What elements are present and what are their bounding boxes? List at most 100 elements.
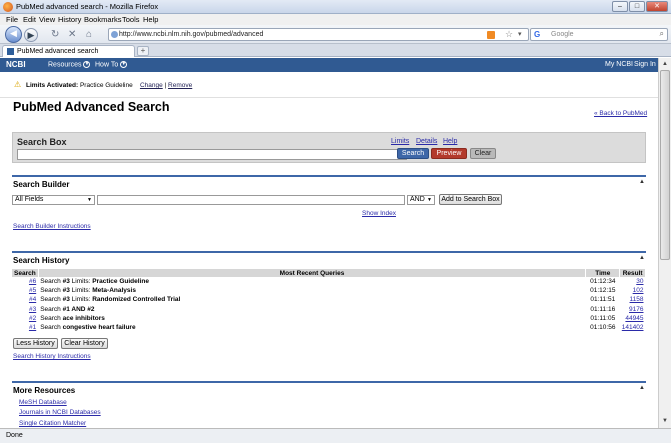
minimize-button[interactable]: – (612, 1, 628, 12)
address-bar[interactable]: http://www.ncbi.nlm.nih.gov/pubmed/advan… (108, 28, 529, 41)
history-result-link[interactable]: 141402 (622, 324, 644, 331)
stop-icon[interactable]: ✕ (68, 29, 76, 40)
menu-edit[interactable]: Edit (23, 15, 36, 24)
menu-bookmarks[interactable]: Bookmarks (84, 15, 122, 24)
search-engine-placeholder: Google (551, 31, 574, 38)
scroll-down-icon[interactable]: ▼ (660, 416, 670, 426)
home-icon[interactable]: ⌂ (86, 29, 92, 40)
magnifier-icon[interactable]: ⌕ (660, 29, 664, 39)
history-result-link[interactable]: 102 (633, 287, 644, 294)
search-builder-instructions-link[interactable]: Search Builder Instructions (13, 223, 91, 230)
menu-help[interactable]: Help (143, 15, 158, 24)
bookmark-star-icon[interactable]: ☆ (505, 29, 513, 40)
ncbi-logo[interactable]: NCBI (6, 60, 26, 69)
menu-view[interactable]: View (39, 15, 55, 24)
new-tab-button[interactable]: + (137, 46, 149, 56)
search-history-rows: #6 Search #3 Limits: Practice Guideline 01… (12, 277, 646, 332)
less-history-button[interactable]: Less History (13, 338, 58, 349)
field-select[interactable]: All Fields ▼ (12, 195, 95, 205)
my-ncbi-link[interactable]: My NCBI (605, 61, 633, 68)
builder-term-input[interactable] (97, 195, 405, 205)
maximize-button[interactable]: □ (629, 1, 645, 12)
limits-value: Practice Guideline (79, 82, 133, 89)
history-time-cell: 01:11:16 (590, 305, 616, 313)
query-term: congestive heart failure (62, 324, 136, 332)
history-id-link[interactable]: #1 (29, 324, 36, 331)
add-to-search-box-button[interactable]: Add to Search Box (439, 194, 502, 205)
query-prefix: Search (40, 278, 63, 286)
history-query-cell: Search #1 AND #2 (38, 305, 586, 314)
search-engine-box[interactable]: G Google ⌕ (530, 28, 668, 41)
howto-menu[interactable]: How To ▼ (95, 61, 128, 69)
history-time-cell: 01:12:15 (590, 287, 616, 295)
forward-button[interactable]: ▶ (24, 28, 38, 42)
show-index-link[interactable]: Show Index (362, 210, 396, 217)
vertical-scrollbar[interactable]: ▲ ▼ (658, 58, 671, 428)
journals-ncbi-link[interactable]: Journals in NCBI Databases (19, 409, 101, 416)
history-id-link[interactable]: #3 (29, 306, 36, 313)
collapse-icon[interactable]: ▲ (639, 179, 645, 185)
scrollbar-thumb[interactable] (660, 70, 670, 260)
history-result-link[interactable]: 9176 (629, 306, 643, 313)
history-id-link[interactable]: #5 (29, 287, 36, 294)
tab-pubmed-advanced-search[interactable]: PubMed advanced search (2, 45, 135, 57)
back-button[interactable]: ◀ (5, 26, 22, 43)
query-limit: Practice Guideline (92, 278, 149, 286)
chevron-down-icon: ▼ (427, 197, 432, 203)
preview-button[interactable]: Preview (431, 148, 467, 159)
section-divider (12, 175, 646, 177)
remove-limits-link[interactable]: Remove (168, 82, 192, 89)
warning-icon: ⚠ (14, 80, 22, 89)
resources-menu[interactable]: Resources ▼ (48, 61, 91, 68)
limits-link[interactable]: Limits (391, 138, 409, 145)
navigation-toolbar: ◀ ▶ ↻ ✕ ⌂ http://www.ncbi.nlm.nih.gov/pu… (0, 25, 671, 44)
sign-in-link[interactable]: Sign In (634, 61, 656, 68)
back-to-pubmed-link[interactable]: « Back to PubMed (594, 110, 647, 117)
query-prefix: Search (40, 305, 63, 313)
rss-feed-icon[interactable] (487, 31, 495, 39)
chevron-down-icon: ▼ (87, 197, 92, 203)
query-term: #1 AND #2 (62, 305, 95, 313)
query-mid: Limits: (69, 287, 93, 295)
clear-button[interactable]: Clear (470, 148, 496, 159)
history-result-link[interactable]: 44945 (625, 315, 643, 322)
collapse-icon[interactable]: ▲ (639, 255, 645, 261)
search-history-instructions-link[interactable]: Search History Instructions (13, 353, 91, 360)
search-box-panel: Search Box Limits Details Help Search Pr… (12, 132, 646, 163)
menu-bar: File Edit View History Bookmarks Tools H… (0, 14, 671, 25)
query-prefix: Search (40, 296, 63, 304)
clear-history-button[interactable]: Clear History (61, 338, 108, 349)
history-id-link[interactable]: #4 (29, 296, 36, 303)
mesh-database-link[interactable]: MeSH Database (19, 399, 67, 406)
details-link[interactable]: Details (416, 138, 437, 145)
history-id-cell: #4 (12, 295, 38, 304)
reload-icon[interactable]: ↻ (51, 29, 59, 40)
history-result-cell: 141402 (620, 323, 646, 332)
change-limits-link[interactable]: Change (140, 82, 163, 89)
scroll-up-icon[interactable]: ▲ (660, 59, 670, 69)
history-result-link[interactable]: 1158 (630, 296, 644, 303)
single-citation-matcher-link[interactable]: Single Citation Matcher (19, 420, 86, 427)
operator-select[interactable]: AND ▼ (407, 195, 435, 205)
column-header-query: Most Recent Queries (38, 269, 587, 277)
chevron-down-icon: ▼ (83, 61, 91, 68)
chevron-down-icon[interactable]: ▾ (518, 30, 522, 38)
history-result-link[interactable]: 30 (636, 278, 643, 285)
history-time-cell: 01:10:56 (590, 324, 616, 332)
limits-label: Limits Activated: (26, 82, 79, 89)
search-button[interactable]: Search (397, 148, 429, 159)
collapse-icon[interactable]: ▲ (639, 385, 645, 391)
google-icon: G (534, 30, 541, 39)
history-id-link[interactable]: #2 (29, 315, 36, 322)
query-term: #3 (62, 278, 70, 286)
menu-history[interactable]: History (58, 15, 81, 24)
search-input[interactable] (17, 149, 407, 160)
help-link[interactable]: Help (443, 138, 457, 145)
close-window-button[interactable]: ✕ (646, 1, 668, 12)
menu-file[interactable]: File (6, 15, 18, 24)
table-row: #2 Search ace inhibitors 01:11:05 44945 (12, 314, 646, 323)
history-id-link[interactable]: #6 (29, 278, 36, 285)
menu-tools[interactable]: Tools (122, 15, 140, 24)
howto-label: How To (95, 61, 119, 69)
status-text: Done (6, 432, 23, 439)
